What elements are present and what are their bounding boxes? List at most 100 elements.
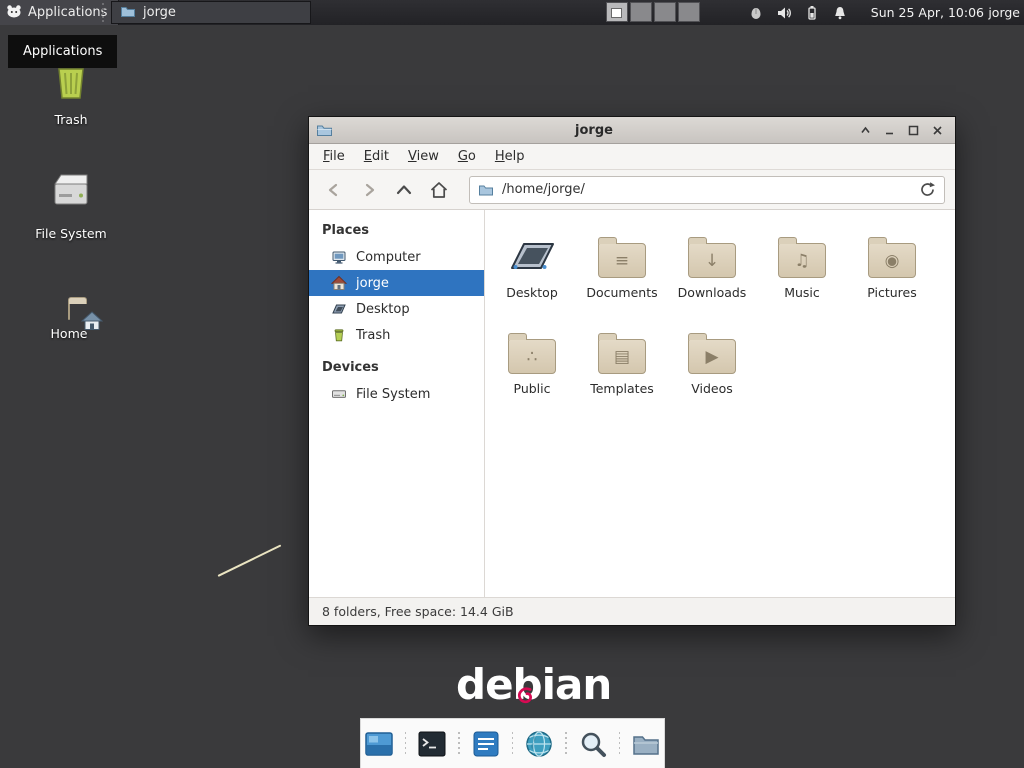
xfce-logo-icon	[6, 3, 22, 23]
system-tray	[748, 0, 848, 25]
sidebar: Places Computer jorge	[309, 210, 485, 597]
dock-separator	[405, 732, 407, 756]
dock	[360, 718, 665, 768]
path-folder-icon	[478, 182, 494, 198]
debian-swirl-icon	[517, 665, 533, 714]
file-item-downloads[interactable]: ↓ Downloads	[667, 226, 757, 322]
sidebar-item-jorge[interactable]: jorge	[309, 270, 484, 296]
home-button[interactable]	[424, 175, 454, 205]
text-editor-icon[interactable]	[468, 725, 504, 763]
terminal-icon[interactable]	[414, 725, 450, 763]
panel-user-label: jorge	[988, 0, 1020, 25]
sidebar-item-trash[interactable]: Trash	[309, 322, 484, 348]
file-item-pictures[interactable]: ◉ Pictures	[847, 226, 937, 322]
file-label: Music	[784, 285, 820, 300]
window-folder-icon	[316, 122, 333, 138]
menubar: File Edit View Go Help	[309, 144, 955, 170]
show-desktop-icon[interactable]	[361, 725, 397, 763]
statusbar: 8 folders, Free space: 14.4 GiB	[309, 597, 955, 625]
file-item-music[interactable]: ♫ Music	[757, 226, 847, 322]
minimize-button[interactable]	[879, 121, 900, 140]
mouse-icon[interactable]	[748, 5, 764, 21]
house-emblem-icon	[81, 311, 103, 335]
debian-wordmark: debian	[456, 660, 611, 709]
path-text[interactable]: /home/jorge/	[502, 182, 911, 197]
videos-folder-icon: ▶	[688, 322, 736, 374]
reload-icon[interactable]	[919, 181, 936, 198]
file-label: Pictures	[867, 285, 917, 300]
notifications-bell-icon[interactable]	[832, 5, 848, 21]
devices-header: Devices	[309, 354, 484, 381]
forward-button[interactable]	[354, 175, 384, 205]
dock-separator	[565, 732, 567, 756]
workspace-cell[interactable]	[630, 2, 652, 22]
path-bar[interactable]: /home/jorge/	[469, 176, 945, 204]
file-item-public[interactable]: ∴ Public	[487, 322, 577, 418]
workspace-cell[interactable]	[678, 2, 700, 22]
statusbar-text: 8 folders, Free space: 14.4 GiB	[322, 604, 514, 619]
applications-tooltip: Applications	[8, 35, 117, 68]
file-item-desktop[interactable]: Desktop	[487, 226, 577, 322]
sidebar-item-desktop[interactable]: Desktop	[309, 296, 484, 322]
file-view: Desktop ≡ Documents ↓ Downloads	[485, 210, 955, 597]
file-label: Downloads	[678, 285, 747, 300]
window-body: Places Computer jorge	[309, 210, 955, 597]
menu-go[interactable]: Go	[449, 145, 485, 168]
up-button[interactable]	[389, 175, 419, 205]
volume-icon[interactable]	[776, 5, 792, 21]
workspace-cell[interactable]	[606, 2, 628, 22]
sidebar-item-label: Computer	[356, 250, 421, 265]
desktop-icon-home[interactable]: Home	[26, 296, 112, 341]
sidebar-item-label: File System	[356, 387, 430, 402]
public-folder-icon: ∴	[508, 322, 556, 374]
file-grid: Desktop ≡ Documents ↓ Downloads	[485, 210, 955, 418]
app-finder-icon[interactable]	[575, 725, 611, 763]
window-title: jorge	[333, 123, 855, 138]
workspace-pager	[606, 2, 700, 22]
close-button[interactable]	[927, 121, 948, 140]
sidebar-item-label: Trash	[356, 328, 390, 343]
menu-view[interactable]: View	[399, 145, 448, 168]
sidebar-item-computer[interactable]: Computer	[309, 244, 484, 270]
desktop-icon-label: Trash	[54, 112, 87, 127]
drive-icon	[331, 386, 347, 402]
taskbar-item-jorge[interactable]: jorge	[111, 1, 311, 24]
file-label: Videos	[691, 381, 733, 396]
dock-separator	[458, 732, 460, 756]
file-item-documents[interactable]: ≡ Documents	[577, 226, 667, 322]
pictures-folder-icon: ◉	[868, 226, 916, 278]
desktop-icon	[331, 301, 347, 317]
downloads-folder-icon: ↓	[688, 226, 736, 278]
stray-mark	[218, 544, 282, 576]
window-titlebar[interactable]: jorge	[309, 117, 955, 144]
dock-separator	[619, 732, 621, 756]
sidebar-item-file-system[interactable]: File System	[309, 381, 484, 407]
home-folder-icon	[68, 304, 70, 319]
file-label: Public	[514, 381, 551, 396]
file-manager-icon[interactable]	[628, 725, 664, 763]
top-panel: Applications jorge	[0, 0, 1024, 25]
panel-handle[interactable]	[102, 3, 109, 22]
desktop-icon-label: File System	[35, 226, 107, 241]
back-button[interactable]	[319, 175, 349, 205]
workspace-cell[interactable]	[654, 2, 676, 22]
sidebar-item-label: Desktop	[356, 302, 410, 317]
shade-button[interactable]	[855, 121, 876, 140]
battery-icon[interactable]	[804, 5, 820, 21]
menu-edit[interactable]: Edit	[355, 145, 398, 168]
file-item-videos[interactable]: ▶ Videos	[667, 322, 757, 418]
menu-file[interactable]: File	[314, 145, 354, 168]
desktop-root: Applications jorge	[0, 0, 1024, 768]
file-label: Documents	[586, 285, 657, 300]
home-icon	[331, 275, 347, 291]
file-item-templates[interactable]: ▤ Templates	[577, 322, 667, 418]
desktop-icon-file-system[interactable]: File System	[28, 168, 114, 241]
sidebar-item-label: jorge	[356, 276, 389, 291]
menu-help[interactable]: Help	[486, 145, 534, 168]
maximize-button[interactable]	[903, 121, 924, 140]
web-browser-icon[interactable]	[521, 725, 557, 763]
computer-icon	[331, 249, 347, 265]
clock[interactable]: Sun 25 Apr, 10:06	[871, 0, 984, 25]
file-label: Templates	[590, 381, 654, 396]
toolbar: /home/jorge/	[309, 170, 955, 210]
